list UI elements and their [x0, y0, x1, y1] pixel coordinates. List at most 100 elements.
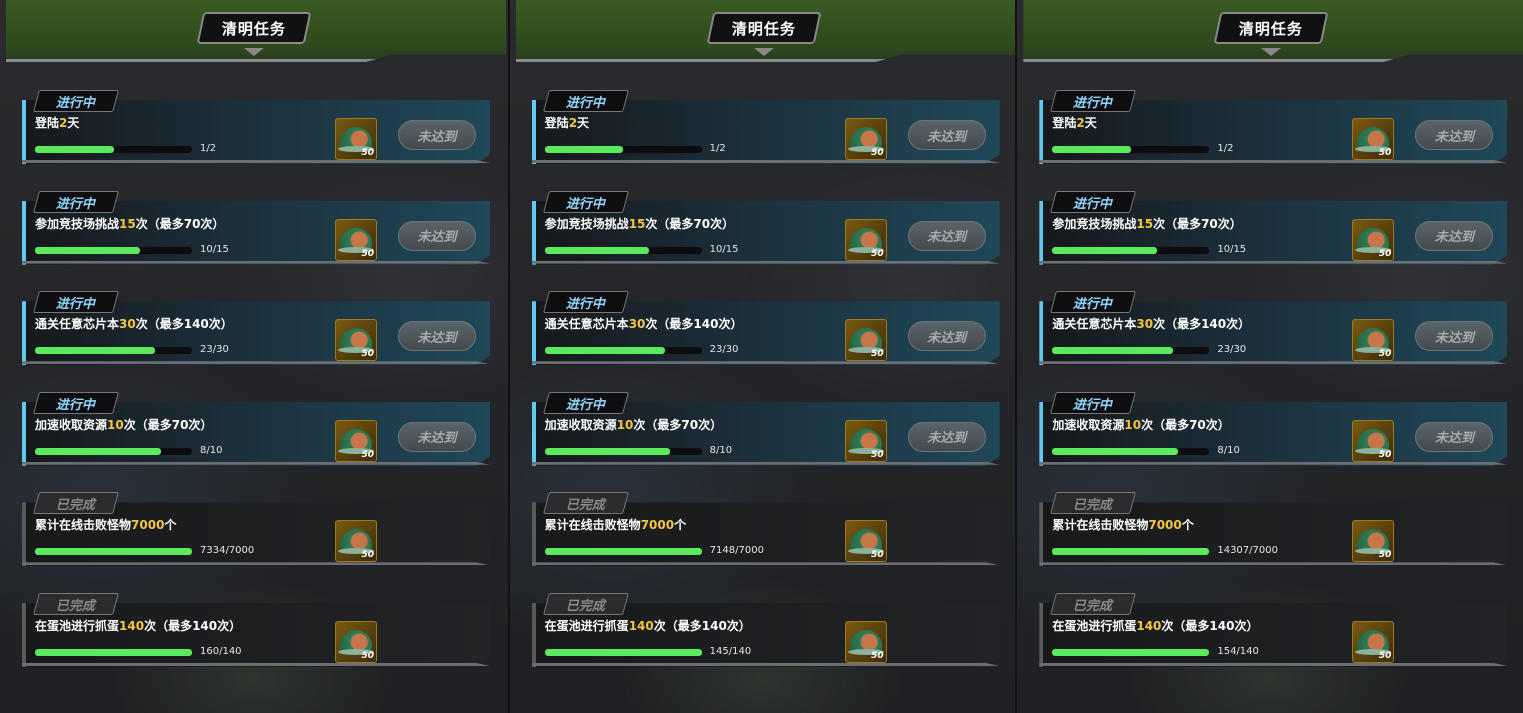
reward-item[interactable]: 50: [335, 419, 377, 462]
desc-number: 15: [628, 216, 646, 231]
desc-number: 15: [1136, 216, 1154, 231]
reward-item[interactable]: 50: [1352, 118, 1395, 160]
desc-number: 7000: [640, 518, 675, 533]
desc-number: 2: [1076, 116, 1085, 130]
task-panel: 清明任务 进行中 登陆2天 1/2 50 未达到 进行中 参加竞技场挑战15次（…: [507, 0, 1016, 713]
desc-number: 30: [119, 317, 136, 332]
progress-count: 23/30: [1217, 344, 1247, 356]
progress-bar-fill: [1052, 146, 1131, 153]
reward-item[interactable]: 50: [335, 118, 377, 160]
progress-count: 23/30: [709, 344, 739, 356]
status-badge: 进行中: [1050, 391, 1137, 414]
card-divider: [22, 461, 490, 465]
progress-bar: [1052, 548, 1210, 556]
desc-number: 7000: [131, 518, 165, 533]
reward-quantity: 50: [361, 248, 374, 259]
claim-button[interactable]: 未达到: [907, 120, 986, 150]
claim-button[interactable]: 未达到: [1415, 321, 1494, 352]
task-item: 已完成 累计在线击败怪物7000个 7334/7000 50: [22, 492, 490, 567]
claim-button[interactable]: 未达到: [1415, 421, 1494, 452]
desc-text: 登陆: [35, 116, 60, 130]
reward-item[interactable]: 50: [844, 118, 887, 160]
reward-item[interactable]: 50: [335, 218, 377, 261]
page-title: 清明任务: [1239, 19, 1304, 38]
reward-quantity: 50: [1378, 248, 1392, 259]
status-badge: 进行中: [33, 90, 119, 112]
claim-button[interactable]: 未达到: [398, 421, 476, 452]
reward-item[interactable]: 50: [1352, 218, 1395, 261]
reward-item[interactable]: 50: [335, 621, 377, 663]
reward-item[interactable]: 50: [1352, 419, 1395, 462]
status-badge-label: 进行中: [1073, 95, 1113, 111]
desc-suffix: 天: [67, 116, 80, 130]
progress-count: 8/10: [709, 444, 733, 456]
status-badge-label: 已完成: [56, 598, 96, 614]
progress-bar-fill: [1052, 548, 1210, 556]
reward-item[interactable]: 50: [1352, 621, 1395, 663]
status-badge: 已完成: [1050, 593, 1137, 615]
reward-item[interactable]: 50: [844, 218, 887, 261]
task-description: 累计在线击败怪物7000个: [35, 516, 335, 533]
task-item: 进行中 加速收取资源10次（最多70次） 8/10 50 未达到: [531, 391, 1000, 466]
card-divider: [1039, 461, 1508, 465]
progress-bar: [544, 548, 702, 556]
reward-item[interactable]: 50: [1352, 520, 1395, 563]
desc-text: 加速收取资源: [1052, 417, 1125, 432]
task-item: 进行中 参加竞技场挑战15次（最多70次） 10/15 50 未达到: [531, 190, 1000, 265]
progress-bar-fill: [1052, 246, 1158, 254]
desc-text: 加速收取资源: [35, 417, 108, 432]
claim-button[interactable]: 未达到: [398, 120, 476, 150]
claim-button-label: 未达到: [927, 431, 967, 447]
desc-number: 2: [568, 116, 578, 130]
status-badge-label: 进行中: [1073, 397, 1113, 413]
task-description: 加速收取资源10次（最多70次）: [35, 416, 335, 433]
task-description: 通关任意芯片本30次（最多140次）: [545, 315, 845, 332]
claim-button[interactable]: 未达到: [398, 220, 476, 251]
progress-bar-fill: [1052, 447, 1178, 455]
reward-item[interactable]: 50: [335, 319, 377, 362]
status-badge-label: 进行中: [56, 196, 96, 212]
claim-button[interactable]: 未达到: [1415, 220, 1494, 251]
desc-text: 参加竞技场挑战: [544, 216, 629, 231]
claim-button[interactable]: 未达到: [1415, 120, 1494, 150]
progress-bar: [544, 246, 702, 254]
task-description: 参加竞技场挑战15次（最多70次）: [35, 215, 335, 232]
desc-number: 10: [616, 417, 634, 432]
status-badge: 进行中: [33, 190, 119, 213]
claim-button[interactable]: 未达到: [907, 321, 986, 352]
desc-suffix: 次（最多70次）: [123, 417, 213, 432]
status-badge: 已完成: [33, 593, 119, 615]
reward-item[interactable]: 50: [1352, 319, 1395, 362]
status-badge-label: 进行中: [566, 397, 606, 413]
card-divider: [531, 461, 1000, 465]
claim-button-label: 未达到: [1434, 330, 1474, 346]
progress-bar-fill: [35, 548, 192, 556]
progress-bar-fill: [544, 649, 702, 656]
reward-item[interactable]: 50: [844, 319, 887, 362]
claim-button[interactable]: 未达到: [907, 421, 986, 452]
desc-suffix: 次（最多140次）: [653, 619, 751, 633]
task-item: 进行中 通关任意芯片本30次（最多140次） 23/30 50 未达到: [22, 291, 490, 366]
claim-button[interactable]: 未达到: [907, 220, 986, 251]
reward-quantity: 50: [361, 148, 374, 158]
status-badge: 已完成: [33, 492, 119, 515]
task-item: 进行中 加速收取资源10次（最多70次） 8/10 50 未达到: [22, 391, 490, 466]
reward-item[interactable]: 50: [335, 520, 377, 563]
card-divider: [531, 160, 1000, 163]
reward-item[interactable]: 50: [844, 419, 887, 462]
claim-button[interactable]: 未达到: [398, 321, 476, 352]
claim-button-label: 未达到: [417, 230, 457, 246]
status-badge: 已完成: [1050, 492, 1137, 515]
title-banner: 清明任务: [1213, 12, 1329, 44]
desc-number: 140: [119, 619, 145, 633]
task-description: 累计在线击败怪物7000个: [545, 516, 845, 533]
status-badge-label: 已完成: [56, 497, 96, 513]
title-banner: 清明任务: [706, 12, 822, 44]
task-description: 通关任意芯片本30次（最多140次）: [35, 315, 335, 332]
reward-quantity: 50: [1378, 651, 1392, 661]
status-badge-label: 进行中: [1073, 296, 1113, 312]
reward-item[interactable]: 50: [844, 621, 887, 663]
progress-bar: [1052, 246, 1210, 254]
reward-item[interactable]: 50: [844, 520, 887, 563]
reward-quantity: 50: [1378, 550, 1392, 561]
